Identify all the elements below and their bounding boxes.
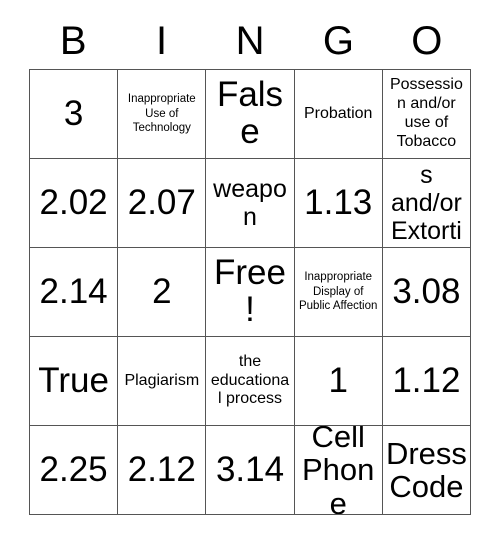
header-letter-n: N — [235, 19, 265, 63]
bingo-cell-label: 2.02 — [39, 182, 108, 222]
bingo-row: 2.02 2.07 weapon 1.13 Threats and/or Ext… — [30, 159, 472, 248]
bingo-cell[interactable]: Threats and/or Extortion — [382, 159, 472, 248]
bingo-cell-label: True — [38, 360, 109, 400]
bingo-cell-label: 2.25 — [39, 449, 108, 489]
bingo-cell-label: False — [216, 75, 284, 151]
bingo-cell[interactable]: 2.07 — [118, 159, 207, 248]
bingo-cell[interactable]: False — [206, 70, 295, 159]
header-letter-o: O — [411, 19, 443, 63]
bingo-cell-label: 3.08 — [392, 271, 461, 311]
bingo-grid: 3 Inappropriate Use of Technology False … — [29, 69, 472, 515]
bingo-cell-label: 2.14 — [39, 271, 108, 311]
bingo-cell[interactable]: 2.02 — [30, 159, 119, 248]
bingo-cell-label: Inappropriate Display of Public Affectio… — [298, 270, 378, 313]
bingo-cell[interactable]: 3.14 — [206, 426, 295, 515]
bingo-cell-label: 1 — [328, 360, 348, 400]
bingo-cell-label: weapon — [213, 175, 287, 231]
bingo-cell-label: 2.12 — [127, 449, 196, 489]
bingo-cell[interactable]: 2.25 — [30, 426, 119, 515]
bingo-cell-label: 1.12 — [392, 360, 461, 400]
bingo-cell[interactable]: Inappropriate Display of Public Affectio… — [294, 248, 383, 337]
bingo-cell-label: Cell Phone — [302, 426, 375, 515]
bingo-cell-label: the educational process — [210, 352, 290, 408]
bingo-cell[interactable]: True — [30, 337, 119, 426]
bingo-cell-label: Free! — [214, 253, 286, 329]
bingo-cell-label: Plagiarism — [124, 371, 200, 389]
bingo-cell[interactable]: the educational process — [206, 337, 295, 426]
bingo-row: 2.25 2.12 3.14 Cell Phone Dress Code — [30, 426, 472, 515]
bingo-cell-label: Dress Code — [385, 435, 467, 504]
bingo-cell[interactable]: Cell Phone — [294, 426, 383, 515]
header-letter-i: I — [156, 19, 168, 63]
bingo-cell[interactable]: weapon — [206, 159, 295, 248]
bingo-cell[interactable]: Probation — [294, 70, 383, 159]
bingo-cell[interactable]: Possession and/or use of Tobacco — [382, 70, 472, 159]
bingo-cell-label: Inappropriate Use of Technology — [127, 92, 196, 135]
bingo-cell[interactable]: Plagiarism — [118, 337, 207, 426]
bingo-cell[interactable]: 3 — [30, 70, 119, 159]
bingo-row: True Plagiarism the educational process … — [30, 337, 472, 426]
bingo-cell[interactable]: Inappropriate Use of Technology — [118, 70, 207, 159]
bingo-cell[interactable]: Dress Code — [382, 426, 472, 515]
bingo-cell[interactable]: 2.12 — [118, 426, 207, 515]
header-letter-g: G — [322, 19, 354, 63]
bingo-cell[interactable]: 1 — [294, 337, 383, 426]
bingo-cell-label: 1.13 — [304, 182, 373, 222]
bingo-cell-label: 2 — [152, 271, 172, 311]
bingo-cell-label: 2.07 — [127, 182, 196, 222]
bingo-cell-label: Possession and/or use of Tobacco — [389, 76, 463, 150]
bingo-cell-label: Probation — [303, 104, 373, 122]
bingo-cell-free[interactable]: Free! — [206, 248, 295, 337]
bingo-cell-label: 3.14 — [215, 449, 285, 489]
bingo-row: 2.14 2 Free! Inappropriate Display of Pu… — [30, 248, 472, 337]
bingo-row: 3 Inappropriate Use of Technology False … — [30, 70, 472, 159]
bingo-header: B I N G O — [29, 14, 471, 68]
bingo-cell[interactable]: 1.12 — [382, 337, 472, 426]
bingo-cell-label: Threats and/or Extortion — [390, 159, 462, 247]
bingo-card: B I N G O 3 Inappropriate Use of Technol… — [0, 0, 500, 544]
header-letter-b: B — [59, 19, 87, 63]
bingo-cell[interactable]: 1.13 — [294, 159, 383, 248]
bingo-cell-label: 3 — [63, 93, 84, 133]
bingo-cell[interactable]: 2 — [118, 248, 207, 337]
bingo-cell[interactable]: 2.14 — [30, 248, 119, 337]
bingo-cell[interactable]: 3.08 — [382, 248, 472, 337]
